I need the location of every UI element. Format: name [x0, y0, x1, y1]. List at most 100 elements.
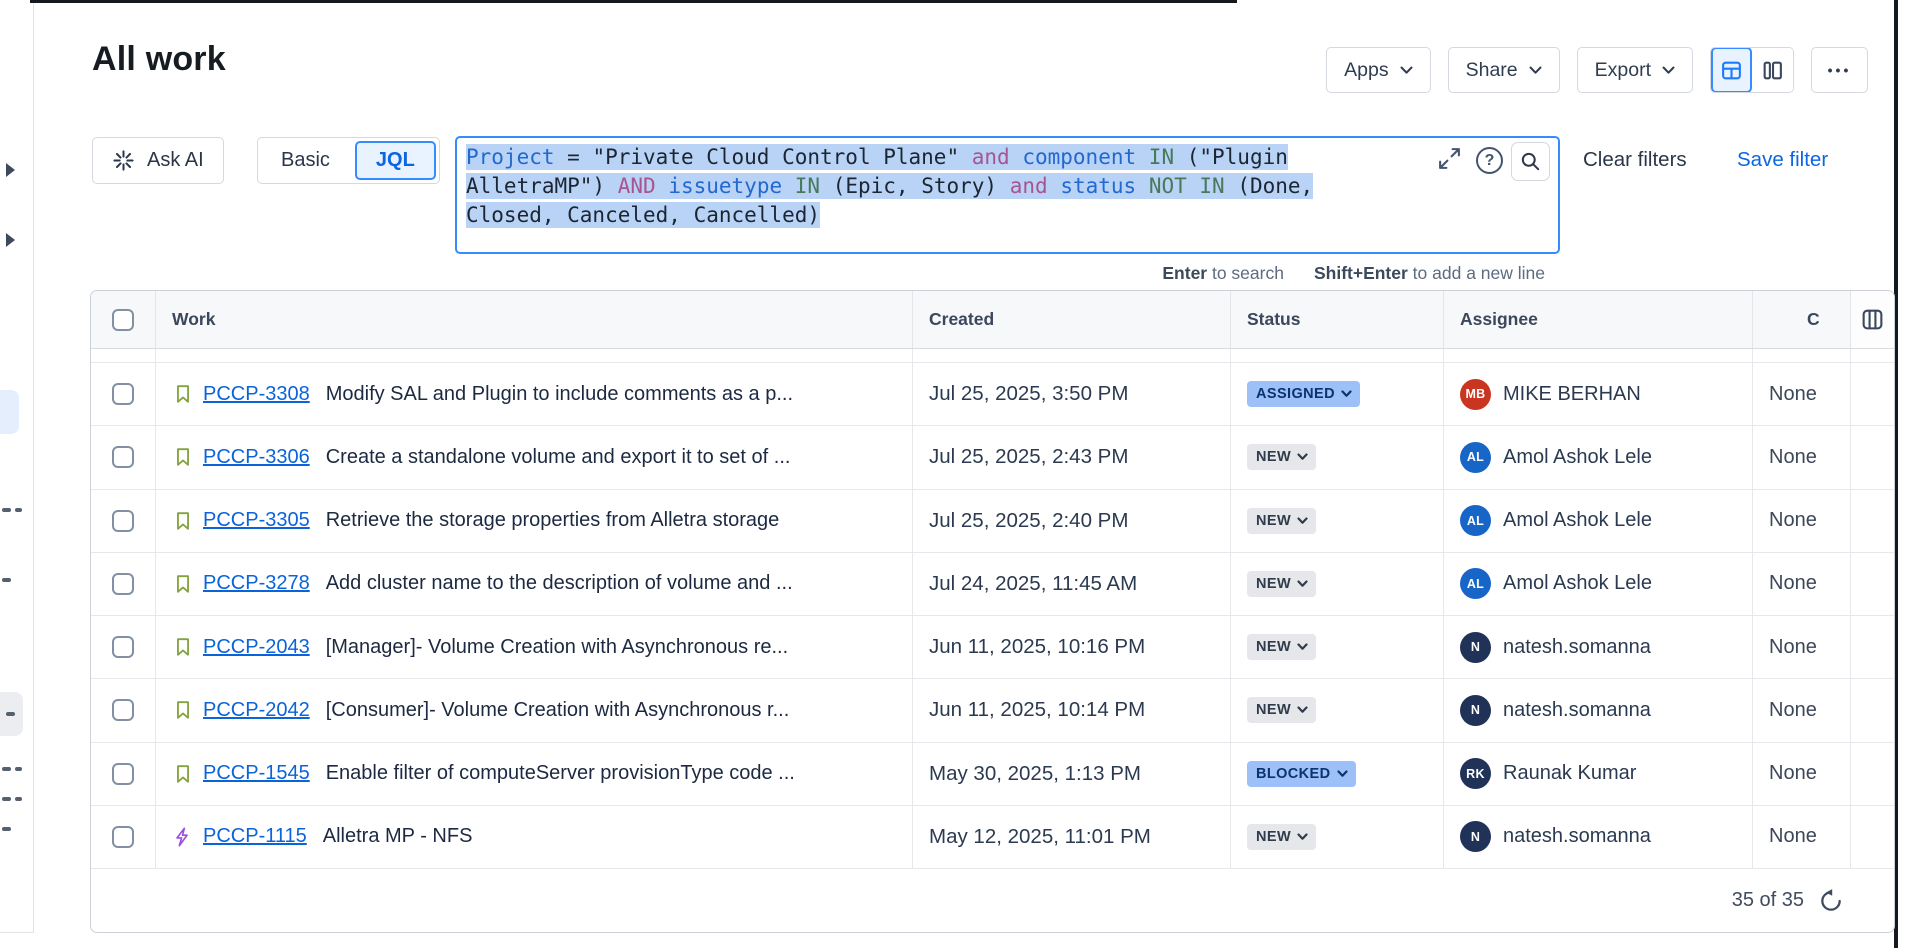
window-top-border — [30, 0, 1237, 3]
row-end-cell — [1851, 553, 1894, 615]
detail-view-button[interactable] — [1752, 47, 1793, 93]
more-actions-button[interactable]: ••• — [1811, 47, 1868, 93]
share-button[interactable]: Share — [1448, 47, 1560, 93]
row-end-cell — [1851, 363, 1894, 425]
jql-mode-button[interactable]: JQL — [355, 141, 436, 180]
chevron-right-icon[interactable] — [6, 233, 15, 247]
table-row[interactable]: PCCP-2043 [Manager]- Volume Creation wit… — [91, 616, 1894, 679]
hint-shift-key: Shift+Enter — [1314, 263, 1408, 283]
issue-key-link[interactable]: PCCP-1545 — [203, 762, 310, 785]
work-cell: PCCP-2043 [Manager]- Volume Creation wit… — [156, 616, 913, 678]
select-all-cell — [91, 291, 156, 348]
apps-button[interactable]: Apps — [1326, 47, 1430, 93]
row-checkbox[interactable] — [112, 446, 134, 468]
syntax-help-icon[interactable]: ? — [1476, 147, 1503, 174]
status-badge[interactable]: ASSIGNED — [1247, 381, 1360, 407]
table-row[interactable]: PCCP-3306 Create a standalone volume and… — [91, 426, 1894, 489]
column-header-assignee[interactable]: Assignee — [1444, 291, 1753, 348]
hint-enter-text: to search — [1207, 263, 1284, 283]
chevron-down-icon — [1297, 453, 1308, 461]
chevron-down-icon — [1297, 580, 1308, 588]
row-checkbox[interactable] — [112, 510, 134, 532]
table-row[interactable]: PCCP-3305 Retrieve the storage propertie… — [91, 490, 1894, 553]
status-badge[interactable]: NEW — [1247, 444, 1316, 470]
ask-ai-button[interactable]: Ask AI — [92, 137, 224, 184]
created-cell: Jul 25, 2025, 2:43 PM — [913, 426, 1231, 488]
row-checkbox[interactable] — [112, 573, 134, 595]
hint-enter-key: Enter — [1162, 263, 1207, 283]
configure-columns-button[interactable] — [1851, 291, 1894, 348]
status-label: NEW — [1256, 639, 1291, 655]
status-label: BLOCKED — [1256, 766, 1331, 782]
status-badge[interactable]: NEW — [1247, 571, 1316, 597]
row-end-cell — [1851, 490, 1894, 552]
row-select-cell — [91, 806, 156, 868]
status-badge[interactable]: NEW — [1247, 508, 1316, 534]
chevron-right-icon[interactable] — [6, 163, 15, 177]
partial-scrolled-row — [91, 349, 1894, 363]
issue-key-link[interactable]: PCCP-1115 — [203, 825, 307, 848]
column-header-created[interactable]: Created — [913, 291, 1231, 348]
status-badge[interactable]: NEW — [1247, 697, 1316, 723]
issue-key-link[interactable]: PCCP-2042 — [203, 699, 310, 722]
row-checkbox[interactable] — [112, 699, 134, 721]
story-icon — [172, 510, 194, 532]
table-view-button[interactable] — [1711, 47, 1752, 93]
collapsed-sidebar[interactable] — [0, 3, 34, 933]
table-row[interactable]: PCCP-3308 Modify SAL and Plugin to inclu… — [91, 363, 1894, 426]
status-label: NEW — [1256, 702, 1291, 718]
row-select-cell — [91, 616, 156, 678]
status-cell: NEW — [1231, 426, 1444, 488]
table-row[interactable]: PCCP-2042 [Consumer]- Volume Creation wi… — [91, 679, 1894, 742]
status-badge[interactable]: BLOCKED — [1247, 761, 1356, 787]
search-hint: Enter to search Shift+Enter to add a new … — [455, 263, 1545, 284]
sidebar-active-item[interactable] — [0, 390, 19, 434]
issue-summary: Alletra MP - NFS — [323, 825, 473, 848]
export-button[interactable]: Export — [1577, 47, 1693, 93]
table-header-row: Work Created Status Assignee C — [91, 291, 1894, 349]
status-cell: NEW — [1231, 553, 1444, 615]
hint-shift-text: to add a new line — [1408, 263, 1545, 283]
sidebar-item-stub — [15, 508, 22, 512]
category-cell: None — [1753, 426, 1851, 488]
jql-query-input[interactable]: Project = "Private Cloud Control Plane" … — [455, 136, 1560, 254]
column-header-status[interactable]: Status — [1231, 291, 1444, 348]
search-button[interactable] — [1511, 142, 1550, 181]
detail-view-icon — [1761, 59, 1784, 82]
category-cell: None — [1753, 363, 1851, 425]
issue-key-link[interactable]: PCCP-3278 — [203, 572, 310, 595]
column-header-work[interactable]: Work — [156, 291, 913, 348]
refresh-icon[interactable] — [1818, 888, 1844, 914]
basic-mode-button[interactable]: Basic — [258, 149, 353, 172]
category-cell: None — [1753, 743, 1851, 805]
issue-key-link[interactable]: PCCP-3305 — [203, 509, 310, 532]
table-row[interactable]: PCCP-1545 Enable filter of computeServer… — [91, 743, 1894, 806]
row-checkbox[interactable] — [112, 383, 134, 405]
avatar: AL — [1460, 442, 1491, 473]
select-all-checkbox[interactable] — [112, 309, 134, 331]
issue-key-link[interactable]: PCCP-3306 — [203, 446, 310, 469]
column-header-clipped[interactable]: C — [1753, 291, 1851, 348]
row-checkbox[interactable] — [112, 636, 134, 658]
expand-editor-icon[interactable] — [1437, 146, 1462, 176]
row-end-cell — [1851, 806, 1894, 868]
save-filter-button[interactable]: Save filter — [1737, 148, 1828, 172]
chevron-down-icon — [1337, 770, 1348, 778]
chevron-down-icon — [1297, 833, 1308, 841]
status-badge[interactable]: NEW — [1247, 824, 1316, 850]
created-cell: Jul 24, 2025, 11:45 AM — [913, 553, 1231, 615]
status-badge[interactable]: NEW — [1247, 634, 1316, 660]
assignee-name: Amol Ashok Lele — [1503, 509, 1652, 532]
assignee-name: natesh.somanna — [1503, 636, 1651, 659]
row-checkbox[interactable] — [112, 826, 134, 848]
table-row[interactable]: PCCP-1115 Alletra MP - NFS May 12, 2025,… — [91, 806, 1894, 869]
row-checkbox[interactable] — [112, 763, 134, 785]
issue-key-link[interactable]: PCCP-3308 — [203, 383, 310, 406]
assignee-name: natesh.somanna — [1503, 825, 1651, 848]
row-end-cell — [1851, 616, 1894, 678]
clear-filters-button[interactable]: Clear filters — [1583, 148, 1687, 172]
table-row[interactable]: PCCP-3278 Add cluster name to the descri… — [91, 553, 1894, 616]
issue-key-link[interactable]: PCCP-2043 — [203, 636, 310, 659]
status-cell: BLOCKED — [1231, 743, 1444, 805]
ai-sparkle-icon — [112, 149, 135, 172]
